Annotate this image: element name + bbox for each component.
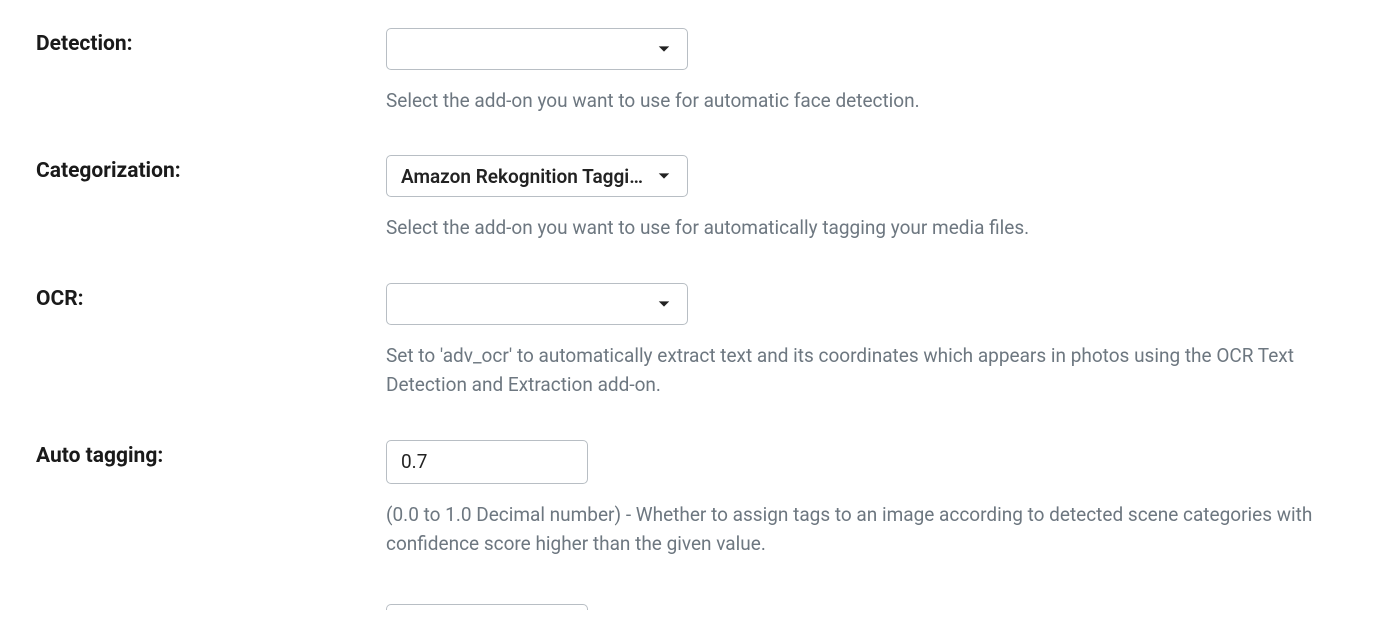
partial-input[interactable] [386, 604, 588, 610]
field-col: Amazon Rekognition Taggi... Select the a… [386, 155, 1364, 242]
chevron-down-icon [655, 40, 673, 58]
label-col: Detection: [36, 28, 386, 56]
field-col [386, 599, 1364, 618]
label-col: OCR: [36, 283, 386, 311]
categorization-row: Categorization: Amazon Rekognition Taggi… [36, 155, 1364, 242]
ocr-label: OCR: [36, 287, 84, 311]
auto-tagging-row: Auto tagging: (0.0 to 1.0 Decimal number… [36, 440, 1364, 559]
partial-row [36, 599, 1364, 618]
label-col: Auto tagging: [36, 440, 386, 468]
detection-label: Detection: [36, 32, 133, 56]
categorization-select[interactable]: Amazon Rekognition Taggi... [386, 155, 688, 197]
chevron-down-icon [655, 295, 673, 313]
detection-help: Select the add-on you want to use for au… [386, 86, 1316, 115]
settings-form: Detection: Select the add-on you want to… [0, 0, 1400, 618]
auto-tagging-input[interactable] [386, 440, 588, 484]
categorization-select-value: Amazon Rekognition Taggi... [401, 165, 673, 188]
label-col: Categorization: [36, 155, 386, 183]
detection-select[interactable] [386, 28, 688, 70]
auto-tagging-label: Auto tagging: [36, 444, 163, 468]
field-col: Select the add-on you want to use for au… [386, 28, 1364, 115]
auto-tagging-help: (0.0 to 1.0 Decimal number) - Whether to… [386, 500, 1316, 559]
ocr-row: OCR: Set to 'adv_ocr' to automatically e… [36, 283, 1364, 400]
field-col: (0.0 to 1.0 Decimal number) - Whether to… [386, 440, 1364, 559]
categorization-label: Categorization: [36, 159, 181, 183]
ocr-help: Set to 'adv_ocr' to automatically extrac… [386, 341, 1316, 400]
detection-row: Detection: Select the add-on you want to… [36, 28, 1364, 115]
label-col [36, 599, 386, 603]
field-col: Set to 'adv_ocr' to automatically extrac… [386, 283, 1364, 400]
ocr-select[interactable] [386, 283, 688, 325]
categorization-help: Select the add-on you want to use for au… [386, 213, 1316, 242]
